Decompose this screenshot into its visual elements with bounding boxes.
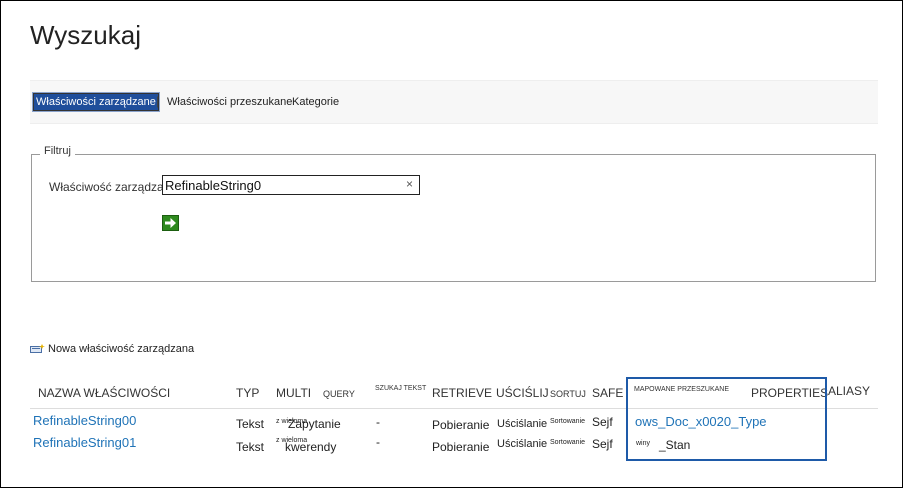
go-button[interactable] bbox=[162, 215, 179, 231]
tab-bar: Właściwości zarządzane | Właściwości prz… bbox=[30, 80, 878, 124]
safe-cell-row2: Sejf bbox=[592, 437, 613, 451]
header-type: TYP bbox=[236, 386, 260, 400]
sort-cell-row1: Sortowanie bbox=[550, 418, 586, 425]
type-cell-row1: Tekst bbox=[236, 417, 265, 431]
tab-managed-properties[interactable]: Właściwości zarządzane bbox=[32, 92, 160, 112]
header-aliases: ALIASY bbox=[828, 384, 871, 398]
header-query: QUERY bbox=[323, 389, 355, 399]
new-managed-property-link[interactable]: Nowa właściwość zarządzana bbox=[30, 343, 194, 355]
retrieve-cell-row2: Pobieranie bbox=[432, 440, 490, 454]
type-cell-row2: Tekst bbox=[236, 440, 265, 454]
header-name: NAZWA WŁAŚCIWOŚCI bbox=[38, 386, 171, 400]
header-refine: UŚCIŚLIJ bbox=[496, 386, 549, 400]
filter-legend: Filtruj bbox=[40, 145, 75, 157]
property-link-row1[interactable]: RefinableString00 bbox=[33, 413, 136, 428]
tab-categories[interactable]: Kategorie bbox=[292, 96, 339, 108]
highlight-box bbox=[626, 377, 827, 461]
refine-cell-row2: Uściślanie bbox=[497, 438, 548, 450]
property-label: Właściwość zarządzana bbox=[49, 180, 178, 194]
header-sort: SORTUJ bbox=[550, 389, 586, 399]
filter-box bbox=[31, 154, 876, 282]
property-link-row2[interactable]: RefinableString01 bbox=[33, 435, 136, 450]
property-search-field[interactable]: × bbox=[162, 175, 420, 195]
header-search-text: SZUKAJ TEKST bbox=[375, 385, 427, 392]
page-title: Wyszukaj bbox=[30, 20, 142, 50]
multi-small-row1: z wieloma bbox=[276, 418, 308, 425]
new-managed-property-label: Nowa właściwość zarządzana bbox=[48, 343, 195, 355]
safe-cell-row1: Sejf bbox=[592, 415, 613, 429]
retrieve-cell-row1: Pobieranie bbox=[432, 418, 490, 432]
arrow-right-icon bbox=[165, 218, 176, 228]
new-item-icon bbox=[30, 344, 45, 354]
clear-icon[interactable]: × bbox=[406, 177, 413, 191]
search-cell-row1: - bbox=[376, 415, 380, 429]
property-search-input[interactable] bbox=[165, 177, 401, 193]
search-cell-row2: - bbox=[376, 435, 380, 449]
refine-cell-row1: Uściślanie bbox=[497, 418, 548, 430]
tab-separator: | bbox=[156, 94, 160, 108]
header-retrieve: RETRIEVE bbox=[432, 386, 493, 400]
tab-crawled-properties[interactable]: Właściwości przeszukane bbox=[167, 96, 292, 108]
multi-small-row2: z wieloma bbox=[276, 437, 308, 444]
sort-cell-row2: Sortowanie bbox=[550, 439, 586, 446]
header-safe: SAFE bbox=[592, 386, 624, 400]
header-multi: MULTI bbox=[276, 386, 312, 400]
